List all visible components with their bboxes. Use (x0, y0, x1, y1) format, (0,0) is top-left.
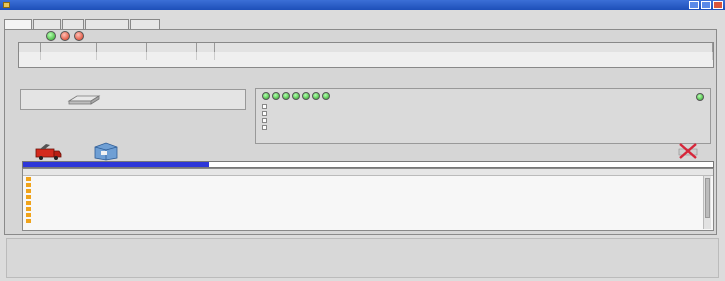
log-entry-icon (26, 183, 31, 187)
log-entry-icon (26, 189, 31, 193)
device-table (18, 42, 714, 68)
column-header[interactable] (147, 43, 197, 52)
option-checkbox[interactable] (262, 103, 352, 110)
option-list (262, 103, 352, 131)
table-cell (41, 52, 97, 60)
drive-info-line (24, 113, 92, 120)
table-cell (197, 52, 215, 60)
truck-icon[interactable] (34, 141, 62, 161)
indicator-light-icon (282, 92, 290, 100)
column-header[interactable] (197, 43, 215, 52)
status-green-light-icon (46, 31, 56, 41)
window-controls (689, 1, 723, 9)
indicator-light-icon (272, 92, 280, 100)
checkbox[interactable] (262, 104, 267, 109)
package-icon[interactable] (92, 141, 120, 161)
checkbox[interactable] (262, 111, 267, 116)
status-label (8, 32, 42, 39)
progress-message (213, 162, 713, 167)
app-icon (3, 2, 10, 8)
maximize-icon[interactable] (701, 1, 711, 9)
indicator-light-icon (302, 92, 310, 100)
drive-icon (67, 95, 101, 105)
option-checkbox[interactable] (262, 110, 352, 117)
column-header[interactable] (41, 43, 97, 52)
log-entry-icon (26, 213, 31, 217)
log-list (22, 168, 714, 231)
status-bar (6, 238, 719, 278)
cancel-icon[interactable] (676, 141, 700, 161)
log-entry-icon (26, 195, 31, 199)
log-entry-icon (26, 207, 31, 211)
checkbox[interactable] (262, 125, 267, 130)
menu-bar (0, 10, 725, 19)
drive-info-line (24, 127, 92, 134)
status-red-light-icon (60, 31, 70, 41)
checkbox[interactable] (262, 118, 267, 123)
title-bar (0, 0, 725, 10)
indicator-light-icon (312, 92, 320, 100)
status-indicators (8, 31, 128, 42)
progress-bar (22, 161, 714, 168)
table-cell (147, 52, 197, 60)
log-rows (23, 176, 713, 224)
column-header[interactable] (19, 43, 41, 52)
status-green-light-icon (696, 93, 704, 101)
option-checkbox[interactable] (262, 124, 352, 131)
close-icon[interactable] (713, 1, 723, 9)
table-cell (19, 52, 41, 60)
log-header[interactable] (23, 169, 713, 176)
drive-info (24, 113, 124, 141)
column-header[interactable] (215, 43, 713, 52)
table-cell (215, 52, 713, 60)
log-entry-icon (26, 219, 31, 223)
table-row[interactable] (19, 52, 713, 60)
options-panel (255, 88, 711, 144)
option-checkbox[interactable] (262, 117, 352, 124)
indicator-light-icon (292, 92, 300, 100)
progress-fill (23, 162, 210, 167)
section-label (20, 82, 54, 88)
scrollbar-thumb[interactable] (705, 178, 710, 218)
log-entry-icon (26, 201, 31, 205)
minimize-icon[interactable] (689, 1, 699, 9)
indicator-light-icon (322, 92, 330, 100)
log-entry-icon (26, 177, 31, 181)
status-red-light-icon (74, 31, 84, 41)
drive-info-line (24, 120, 92, 127)
drive-info-line (24, 134, 92, 141)
indicator-light-icon (262, 92, 270, 100)
log-row[interactable] (23, 218, 713, 224)
table-header (19, 43, 713, 52)
drive-selector[interactable] (20, 89, 246, 110)
tab-strip (4, 19, 161, 30)
column-header[interactable] (97, 43, 147, 52)
log-scrollbar[interactable] (703, 176, 711, 229)
table-cell (97, 52, 147, 60)
